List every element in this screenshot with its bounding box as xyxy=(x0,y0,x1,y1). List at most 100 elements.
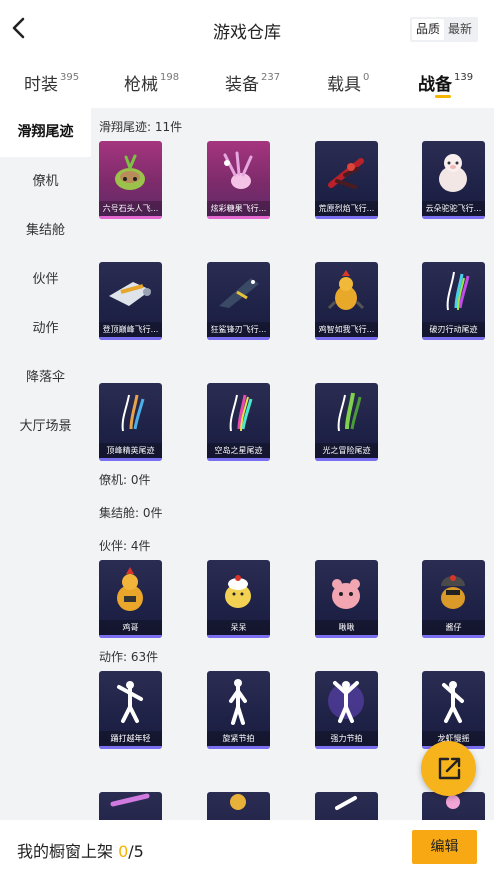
item-card[interactable]: 酱仔 xyxy=(422,560,485,638)
rarity-bar xyxy=(99,746,162,749)
sidebar-item-trail[interactable]: 滑翔尾迹 xyxy=(0,108,91,157)
item-name: 炫彩糖果飞行... xyxy=(207,201,270,216)
section-title-wingman: 僚机: 0件 xyxy=(99,473,151,487)
rarity-bar xyxy=(207,337,270,340)
item-name: 鸡哥 xyxy=(99,620,162,635)
flame-glider-art xyxy=(328,158,364,189)
item-card[interactable]: 顶峰精英尾迹 xyxy=(99,383,162,461)
tab-guns[interactable]: 枪械 198 xyxy=(124,70,179,95)
rarity-bar xyxy=(422,216,485,219)
item-card[interactable]: 六号石头人飞... xyxy=(99,141,162,219)
item-card[interactable]: 鸡哥 xyxy=(99,560,162,638)
stone-creature-art xyxy=(115,154,145,190)
dai-chick-partner-art xyxy=(225,575,251,608)
sidebar-item-lobby-scene[interactable]: 大厅场景 xyxy=(0,402,91,451)
sidebar-item-wingman[interactable]: 僚机 xyxy=(0,157,91,206)
tab-count: 237 xyxy=(261,72,281,83)
item-name: 顶峰精英尾迹 xyxy=(99,443,162,458)
item-card[interactable]: 荒原烈焰飞行... xyxy=(315,141,378,219)
item-card[interactable]: 空岛之星尾迹 xyxy=(207,383,270,461)
item-name: 云朵驼驼飞行... xyxy=(422,201,485,216)
rarity-bar xyxy=(315,458,378,461)
item-card[interactable]: 强力节拍 xyxy=(315,671,378,749)
rarity-bar xyxy=(422,635,485,638)
item-card[interactable]: 云朵驼驼飞行... xyxy=(422,141,485,219)
share-button[interactable] xyxy=(421,741,476,796)
rarity-bar xyxy=(315,746,378,749)
rarity-bar xyxy=(99,337,162,340)
showcase-bar: 我的橱窗上架 0/5 编辑 xyxy=(0,820,494,875)
showcase-current-count: 0 xyxy=(118,842,129,861)
section-title-partner: 伙伴: 4件 xyxy=(99,539,151,553)
tab-fashion[interactable]: 时装 395 xyxy=(24,70,79,95)
item-card[interactable]: 踊打越年轻 xyxy=(99,671,162,749)
item-card[interactable]: 光之冒险尾迹 xyxy=(315,383,378,461)
action-art xyxy=(335,796,357,810)
rarity-bar xyxy=(207,458,270,461)
sort-latest-button[interactable]: 最新 xyxy=(444,19,476,40)
sidebar: 滑翔尾迹 僚机 集结舱 伙伴 动作 降落伞 大厅场景 xyxy=(0,108,91,820)
sidebar-item-parachute[interactable]: 降落伞 xyxy=(0,353,91,402)
tab-count: 198 xyxy=(160,72,180,83)
rarity-bar xyxy=(207,216,270,219)
sidebar-item-partner[interactable]: 伙伴 xyxy=(0,255,91,304)
rarity-bar xyxy=(207,746,270,749)
item-card[interactable] xyxy=(99,792,162,820)
item-card[interactable]: 旋紧节拍 xyxy=(207,671,270,749)
power-beat-pose-art xyxy=(328,681,364,723)
tab-equipment[interactable]: 装备 237 xyxy=(225,70,280,95)
item-name: 荒原烈焰飞行... xyxy=(315,201,378,216)
item-grid-panel[interactable]: 滑翔尾迹: 11件 六号石头人飞... 炫彩糖果飞行... 荒原烈焰飞行... xyxy=(91,108,494,820)
section-title-action: 动作: 63件 xyxy=(99,650,159,664)
elite-trail-art xyxy=(121,394,145,432)
edit-button[interactable]: 编辑 xyxy=(412,830,477,864)
item-card[interactable]: 龙虾慢摇 xyxy=(422,671,485,749)
light-adventure-trail-art xyxy=(337,392,362,432)
tab-count: 0 xyxy=(363,72,370,83)
item-name: 鸡智如我飞行... xyxy=(315,322,378,337)
rarity-bar xyxy=(315,337,378,340)
rarity-bar xyxy=(99,635,162,638)
cloud-alpaca-art xyxy=(439,154,467,192)
section-title-trail: 滑翔尾迹: 11件 xyxy=(99,120,183,134)
shark-glider-art xyxy=(219,278,259,308)
item-name: 强力节拍 xyxy=(315,731,378,746)
item-card[interactable]: 狂鲨锋刃飞行... xyxy=(207,262,270,340)
rainbow-trail-art xyxy=(446,271,470,311)
item-card[interactable]: 呆呆 xyxy=(207,560,270,638)
item-name: 旋紧节拍 xyxy=(207,731,270,746)
peak-glider-art xyxy=(109,282,151,306)
sky-star-trail-art xyxy=(229,394,253,432)
item-card[interactable] xyxy=(207,792,270,820)
item-name: 啾啾 xyxy=(315,620,378,635)
sort-toggle: 品质 最新 xyxy=(409,17,478,42)
pink-partner-art xyxy=(332,579,360,609)
category-tabs: 时装 395 枪械 198 装备 237 载具 0 战备 139 xyxy=(0,58,494,108)
rarity-bar xyxy=(99,458,162,461)
sort-quality-button[interactable]: 品质 xyxy=(411,19,444,40)
item-name: 六号石头人飞... xyxy=(99,201,162,216)
rarity-bar xyxy=(422,337,485,340)
item-name: 破刃行动尾迹 xyxy=(422,322,485,337)
item-card[interactable]: 破刃行动尾迹 xyxy=(422,262,485,340)
active-tab-indicator xyxy=(435,95,451,98)
showcase-status: 我的橱窗上架 0/5 xyxy=(17,842,144,861)
showcase-total: /5 xyxy=(128,842,144,861)
tab-vehicles[interactable]: 载具 0 xyxy=(327,70,369,95)
rarity-bar xyxy=(315,216,378,219)
item-card[interactable]: 炫彩糖果飞行... xyxy=(207,141,270,219)
item-name: 登顶巅峰飞行... xyxy=(99,322,162,337)
sidebar-item-action[interactable]: 动作 xyxy=(0,304,91,353)
sidebar-item-pod[interactable]: 集结舱 xyxy=(0,206,91,255)
item-card[interactable]: 登顶巅峰飞行... xyxy=(99,262,162,340)
tab-count: 395 xyxy=(60,72,80,83)
item-card[interactable] xyxy=(315,792,378,820)
item-card[interactable]: 啾啾 xyxy=(315,560,378,638)
chicken-partner-art xyxy=(117,567,143,611)
item-card[interactable]: 鸡智如我飞行... xyxy=(315,262,378,340)
candy-trail-art xyxy=(223,151,253,189)
tab-battle-prep[interactable]: 战备 139 xyxy=(418,70,473,95)
dance-pose-art xyxy=(117,681,143,723)
helmet-partner-art xyxy=(441,575,465,609)
item-card[interactable] xyxy=(422,792,485,820)
